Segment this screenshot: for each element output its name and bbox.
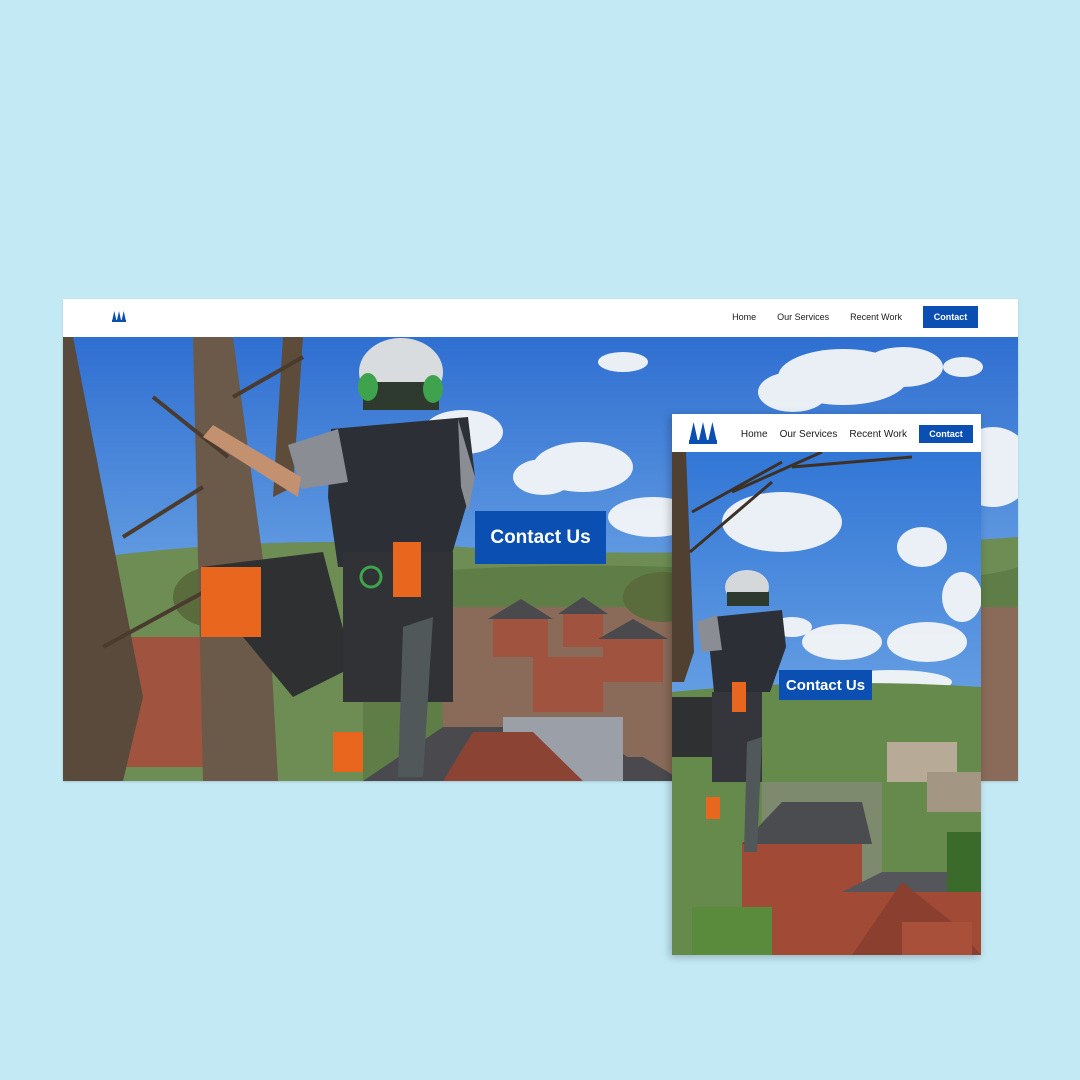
nav-home-link[interactable]: Home	[732, 312, 756, 322]
nav-work-link[interactable]: Recent Work	[850, 312, 902, 322]
logo-trees-icon[interactable]	[689, 422, 717, 444]
logo-trees-icon[interactable]	[112, 311, 126, 322]
nav-contact-button[interactable]: Contact	[919, 425, 973, 443]
nav-work-link[interactable]: Recent Work	[849, 429, 907, 440]
nav-contact-button[interactable]: Contact	[923, 306, 978, 328]
desktop-navbar: Home Our Services Recent Work Contact	[63, 299, 1018, 338]
nav-home-link[interactable]: Home	[741, 429, 768, 440]
hero-contact-us-button[interactable]: Contact Us	[475, 511, 606, 564]
mobile-navbar: Home Our Services Recent Work Contact	[672, 414, 981, 453]
nav-services-link[interactable]: Our Services	[780, 429, 838, 440]
nav-links: Home Our Services Recent Work Contact	[732, 306, 978, 328]
hero-section: Contact Us	[672, 452, 981, 955]
hero-contact-us-button[interactable]: Contact Us	[779, 670, 872, 700]
nav-services-link[interactable]: Our Services	[777, 312, 829, 322]
nav-links: Home Our Services Recent Work Contact	[741, 425, 973, 443]
mobile-mockup: Home Our Services Recent Work Contact Co…	[672, 414, 981, 955]
hero-photo	[672, 452, 981, 955]
